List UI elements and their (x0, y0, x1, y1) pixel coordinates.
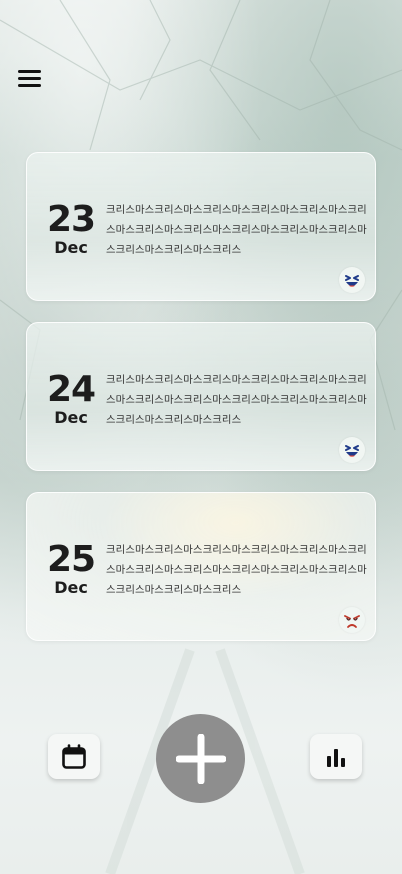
hamburger-menu-icon-bar (18, 77, 41, 80)
entry-day: 25 (46, 539, 96, 580)
laughing-face-icon (339, 437, 365, 463)
entry-date: 25 Dec (45, 541, 97, 598)
hamburger-menu-icon-bar (18, 84, 41, 87)
entry-text: 크리스마스크리스마스크리스마스크리스마스크리스마스크리스마스크리스마스크리스마스… (106, 204, 367, 256)
hamburger-menu-icon (18, 70, 41, 73)
add-entry-button[interactable] (156, 714, 245, 803)
diary-entry-card[interactable]: 24 Dec 크리스마스크리스마스크리스마스크리스마스크리스마스크리스마스크리스… (26, 322, 376, 471)
plus-icon (175, 733, 226, 784)
bar-chart-icon (327, 748, 345, 767)
laughing-face-icon (339, 267, 365, 293)
entry-day: 24 (46, 369, 96, 410)
calendar-button[interactable] (48, 734, 100, 779)
entry-date: 24 Dec (45, 371, 97, 428)
diary-entry-card[interactable]: 25 Dec 크리스마스크리스마스크리스마스크리스마스크리스마스크리스마스크리스… (26, 492, 376, 641)
entry-date: 23 Dec (45, 201, 97, 258)
calendar-icon (62, 743, 86, 769)
entry-month: Dec (54, 238, 88, 257)
diary-entry-card[interactable]: 23 Dec 크리스마스크리스마스크리스마스크리스마스크리스마스크리스마스크리스… (26, 152, 376, 301)
entry-text: 크리스마스크리스마스크리스마스크리스마스크리스마스크리스마스크리스마스크리스마스… (106, 374, 367, 426)
angry-face-icon (339, 607, 365, 633)
entry-month: Dec (54, 408, 88, 427)
entry-day: 23 (46, 199, 96, 240)
menu-button[interactable] (16, 66, 44, 92)
entry-month: Dec (54, 578, 88, 597)
statistics-button[interactable] (310, 734, 362, 779)
entry-text: 크리스마스크리스마스크리스마스크리스마스크리스마스크리스마스크리스마스크리스마스… (106, 544, 367, 596)
